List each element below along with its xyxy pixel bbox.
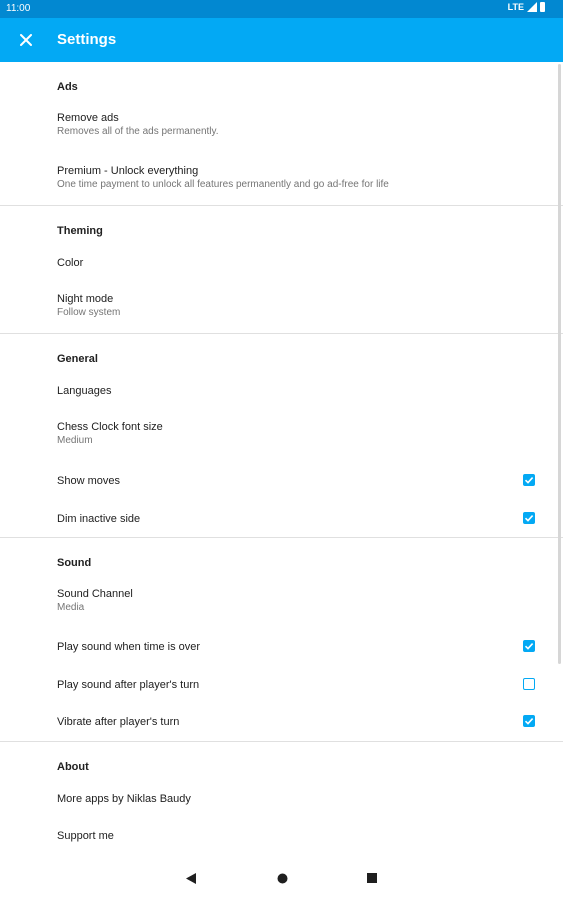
pref-premium[interactable]: Premium - Unlock everything One time pay…: [0, 164, 563, 191]
pref-font-size[interactable]: Chess Clock font size Medium: [0, 420, 563, 447]
pref-color[interactable]: Color: [0, 256, 563, 270]
check-icon: [524, 718, 534, 725]
status-time: 11:00: [6, 3, 31, 14]
section-theming: Theming Color Night mode Follow system: [0, 206, 563, 334]
pref-sound-channel[interactable]: Sound Channel Media: [0, 587, 563, 614]
pref-title: Sound Channel: [57, 588, 133, 600]
navigation-bar: [0, 854, 563, 900]
settings-list: Ads Remove ads Removes all of the ads pe…: [0, 62, 563, 852]
pref-title: More apps by Niklas Baudy: [57, 793, 191, 805]
home-button[interactable]: [272, 868, 292, 888]
pref-title: Chess Clock font size: [57, 421, 163, 433]
app-bar: Settings: [0, 18, 563, 62]
pref-support[interactable]: Support me: [0, 829, 563, 843]
section-about: About More apps by Niklas Baudy Support …: [0, 742, 563, 852]
pref-title: Play sound after player's turn: [57, 679, 200, 691]
time-over-checkbox[interactable]: [523, 640, 535, 652]
section-general: General Languages Chess Clock font size …: [0, 334, 563, 538]
dim-inactive-checkbox[interactable]: [523, 512, 535, 524]
pref-more-apps[interactable]: More apps by Niklas Baudy: [0, 792, 563, 806]
pref-show-moves[interactable]: Show moves: [0, 474, 563, 488]
close-button[interactable]: [14, 28, 38, 52]
pref-time-over[interactable]: Play sound when time is over: [0, 640, 563, 654]
category-title-general: General: [57, 353, 98, 365]
pref-night-mode[interactable]: Night mode Follow system: [0, 292, 563, 319]
pref-title: Play sound when time is over: [57, 641, 201, 653]
pref-after-turn[interactable]: Play sound after player's turn: [0, 678, 563, 692]
close-icon: [20, 34, 32, 46]
category-title-theming: Theming: [57, 225, 103, 237]
category-title-ads: Ads: [57, 81, 78, 93]
section-ads: Ads Remove ads Removes all of the ads pe…: [0, 62, 563, 206]
pref-title: Color: [57, 257, 84, 269]
show-moves-checkbox[interactable]: [523, 474, 535, 486]
pref-summary: Follow system: [57, 307, 121, 318]
pref-title: Premium - Unlock everything: [57, 165, 199, 177]
back-button[interactable]: [181, 868, 201, 888]
status-bar: 11:00 LTE: [0, 0, 563, 18]
check-icon: [524, 477, 534, 484]
pref-languages[interactable]: Languages: [0, 384, 563, 398]
battery-icon: [540, 2, 545, 12]
back-triangle-icon: [186, 872, 196, 884]
page-title: Settings: [57, 31, 117, 48]
pref-summary: Removes all of the ads permanently.: [57, 126, 219, 137]
status-indicators: LTE: [508, 2, 545, 12]
check-icon: [524, 643, 534, 650]
pref-title: Night mode: [57, 293, 114, 305]
pref-title: Languages: [57, 385, 112, 397]
pref-vibrate[interactable]: Vibrate after player's turn: [0, 715, 563, 729]
pref-title: Vibrate after player's turn: [57, 716, 180, 728]
recents-button[interactable]: [362, 868, 382, 888]
pref-title: Support me: [57, 830, 114, 842]
pref-remove-ads[interactable]: Remove ads Removes all of the ads perman…: [0, 111, 563, 138]
check-icon: [524, 515, 534, 522]
after-turn-checkbox[interactable]: [523, 678, 535, 690]
pref-title: Remove ads: [57, 112, 119, 124]
pref-summary: Media: [57, 602, 85, 613]
pref-summary: Medium: [57, 435, 93, 446]
section-sound: Sound Sound Channel Media Play sound whe…: [0, 538, 563, 742]
pref-title: Dim inactive side: [57, 513, 141, 525]
vibrate-checkbox[interactable]: [523, 715, 535, 727]
home-circle-icon: [277, 873, 287, 883]
pref-summary: One time payment to unlock all features …: [57, 179, 389, 190]
scrollbar[interactable]: [558, 64, 561, 664]
category-title-about: About: [57, 761, 89, 773]
recents-square-icon: [367, 873, 377, 883]
signal-icon: [527, 2, 537, 12]
network-type: LTE: [507, 2, 524, 12]
pref-title: Show moves: [57, 475, 120, 487]
category-title-sound: Sound: [57, 557, 92, 569]
pref-dim-inactive[interactable]: Dim inactive side: [0, 512, 563, 526]
